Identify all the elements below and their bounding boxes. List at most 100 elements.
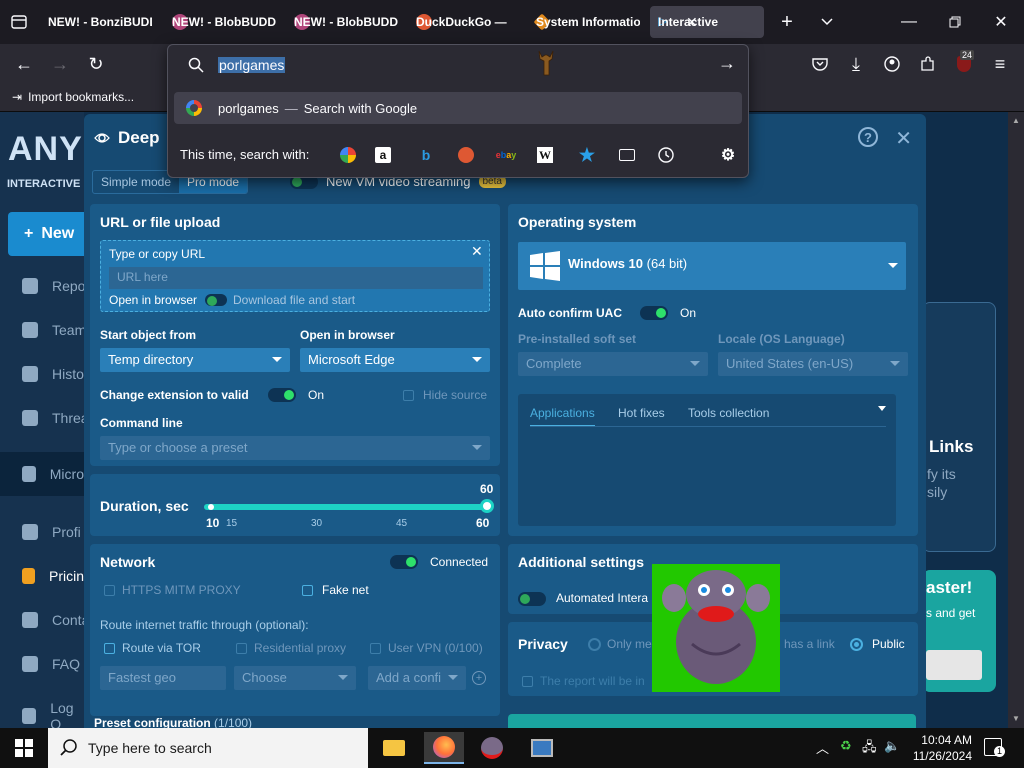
command-line-input[interactable]: Type or choose a preset [100,436,490,460]
remote-app-icon[interactable] [522,732,562,764]
url-upload-box[interactable]: Type or copy URL ✕ URL here Open in brow… [100,240,490,312]
account-icon[interactable] [878,50,906,78]
browser-select[interactable]: Microsoft Edge [300,348,490,372]
residential-proxy-checkbox[interactable] [236,643,247,654]
route-tor-checkbox[interactable] [104,643,115,654]
hide-source-checkbox[interactable] [403,390,414,401]
tab-applications[interactable]: Applications [530,406,595,427]
choose-select[interactable]: Choose [234,666,356,690]
history-search-icon[interactable] [656,145,676,165]
sidebar-item-faq[interactable]: FAQ [22,656,80,672]
tab-system-information[interactable]: System Information [528,6,640,38]
volume-icon[interactable]: 🔈 [884,738,900,754]
sidebar-item-team[interactable]: Team [22,322,86,338]
clear-url-icon[interactable]: ✕ [471,243,483,260]
sidebar-item-reports[interactable]: Repo [22,278,85,294]
sidebar-item-threats[interactable]: Threa [22,410,89,426]
promo-button[interactable] [926,650,982,680]
logo: ANY [8,130,83,168]
star-engine-icon[interactable]: ★ [577,145,597,165]
chevron-down-icon[interactable] [812,7,842,37]
download-toggle[interactable] [205,294,227,306]
menu-icon[interactable]: ≡ [986,50,1014,78]
bonzi-app-icon[interactable] [472,732,512,764]
https-mitm-checkbox[interactable] [104,585,115,596]
sidebar-item-profile[interactable]: Profi [22,524,81,540]
privacy-public-radio[interactable] [850,638,863,651]
reload-icon[interactable]: ↻ [82,50,110,78]
tab-blobbuddy-2[interactable]: NEW! - BlobBUDDY [286,6,398,38]
start-button[interactable] [0,728,48,768]
sidebar-item-history[interactable]: Histo [22,366,84,382]
user-vpn-checkbox[interactable] [370,643,381,654]
extensions-icon[interactable] [914,50,942,78]
sidebar-item-microsoft[interactable]: Micro [0,452,84,496]
sidebar-item-contact[interactable]: Conta [22,612,89,628]
tabs-search-icon[interactable] [617,145,637,165]
tray-chevron-icon[interactable]: ︿ [816,738,829,757]
scroll-up-icon[interactable]: ▲ [1012,116,1020,125]
system-clock[interactable]: 10:04 AM 11/26/2024 [906,732,972,764]
duckduckgo-engine-icon[interactable] [456,145,476,165]
tab-bonzibuddy[interactable]: NEW! - BonziBUDDY [40,6,152,38]
address-bar[interactable]: porlgames → [168,45,748,85]
page-scrollbar[interactable]: ▲ ▼ [1008,112,1024,728]
locale-select[interactable]: United States (en-US) [718,352,908,376]
report-checkbox[interactable] [522,676,533,687]
tray-app-icon[interactable]: ♻ [840,738,852,754]
url-input[interactable]: URL here [109,267,483,289]
ublock-icon[interactable]: 24 [950,50,978,78]
bing-engine-icon[interactable]: b [416,145,436,165]
os-select[interactable]: Windows 10 (64 bit) [518,242,906,290]
preinstalled-soft-select[interactable]: Complete [518,352,708,376]
start-object-select[interactable]: Temp directory [100,348,290,372]
amazon-engine-icon[interactable]: a [375,147,391,163]
restore-icon[interactable] [940,7,970,37]
simple-mode-button[interactable]: Simple mode [93,171,179,193]
automated-interactivity-toggle[interactable] [518,592,546,606]
help-icon[interactable]: ? [858,127,878,147]
change-extension-toggle[interactable] [268,388,296,402]
modal-close-icon[interactable]: ✕ [895,126,912,151]
close-window-icon[interactable]: ✕ [986,7,1016,37]
forward-icon[interactable]: → [46,50,74,78]
pocket-icon[interactable] [806,50,834,78]
scroll-down-icon[interactable]: ▼ [1012,714,1020,723]
uac-toggle[interactable] [640,306,668,320]
fake-net-checkbox[interactable] [302,585,313,596]
taskbar-search[interactable]: Type here to search [48,728,368,768]
network-toggle[interactable] [390,555,418,569]
settings-gear-icon[interactable]: ⚙ [718,145,738,165]
firefox-icon[interactable] [424,732,464,764]
tab-tools-collection[interactable]: Tools collection [688,406,769,420]
duration-slider-track[interactable] [204,504,488,510]
network-icon[interactable]: 🖧 [862,738,877,760]
minimize-icon[interactable]: — [894,7,924,37]
address-bar-text[interactable]: porlgames [218,57,286,73]
google-engine-icon[interactable] [338,145,358,165]
import-bookmarks-link[interactable]: ⇥ Import bookmarks... [12,90,134,104]
go-arrow-icon[interactable]: → [718,53,736,74]
duration-slider-handle[interactable] [480,499,494,513]
sidebar-item-pricing[interactable]: Pricin [0,554,84,598]
sidebar-item-logout[interactable]: Log O [22,700,84,728]
tab-interactive-online[interactable]: ▷ Interactive Online ✕ [650,6,764,38]
tabs-chevron-icon[interactable] [878,406,886,411]
ebay-engine-icon[interactable]: ebay [496,145,517,165]
search-suggestion[interactable]: porlgames — Search with Google [174,92,742,124]
notifications-icon[interactable]: 1 [984,738,1005,757]
vpn-config-select[interactable]: Add a confi [368,666,466,690]
downloads-icon[interactable]: ⤓ [842,50,870,78]
wikipedia-engine-icon[interactable]: W [537,147,553,163]
tab-list-icon[interactable] [4,7,34,37]
new-tab-icon[interactable]: + [772,7,802,37]
bonzi-character-image[interactable] [652,564,780,692]
back-icon[interactable]: ← [10,50,38,78]
privacy-only-me-radio[interactable] [588,638,601,651]
tab-blobbuddy-1[interactable]: NEW! - BlobBUDDY [164,6,276,38]
geo-select[interactable]: Fastest geo [100,666,226,690]
file-explorer-icon[interactable] [374,732,414,764]
tab-duckduckgo[interactable]: DuckDuckGo — [408,6,520,38]
tab-hot-fixes[interactable]: Hot fixes [618,406,665,420]
add-config-icon[interactable]: + [472,671,486,685]
